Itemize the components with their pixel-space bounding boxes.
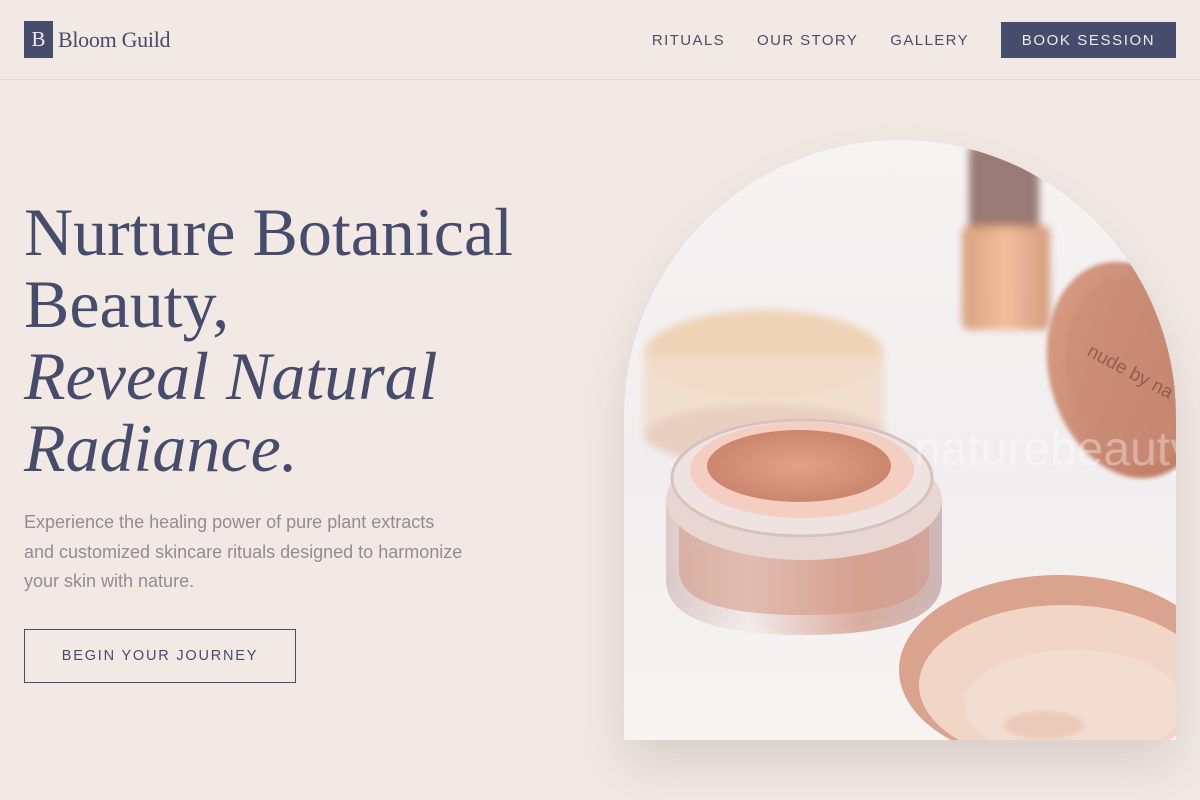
begin-journey-button[interactable]: BEGIN YOUR JOURNEY — [24, 629, 296, 683]
logo-mark: B — [24, 21, 53, 58]
brand-name: Bloom Guild — [58, 26, 171, 52]
image-watermark: naturebeauty — [914, 423, 1176, 476]
nav-link-rituals[interactable]: RITUALS — [652, 32, 725, 49]
hero-title-line-2: Beauty, — [24, 266, 230, 342]
nav-link-our-story[interactable]: OUR STORY — [757, 32, 858, 49]
hero-title-line-3: Reveal Natural — [24, 338, 438, 414]
hero-description: Experience the healing power of pure pla… — [24, 512, 463, 591]
brand-logo[interactable]: B Bloom Guild — [24, 21, 171, 58]
hero-product-image: nude by na naturebeauty — [624, 140, 1176, 740]
hero-title: Nurture Botanical Beauty, Reveal Natural… — [24, 196, 604, 484]
hero-title-line-4: Radiance. — [24, 410, 298, 486]
site-header: B Bloom Guild RITUALS OUR STORY GALLERY … — [0, 0, 1200, 80]
hero-title-line-1: Nurture Botanical — [24, 194, 514, 270]
main-nav: RITUALS OUR STORY GALLERY BOOK SESSION — [652, 22, 1176, 58]
nav-link-gallery[interactable]: GALLERY — [890, 32, 969, 49]
book-session-button[interactable]: BOOK SESSION — [1001, 22, 1176, 58]
